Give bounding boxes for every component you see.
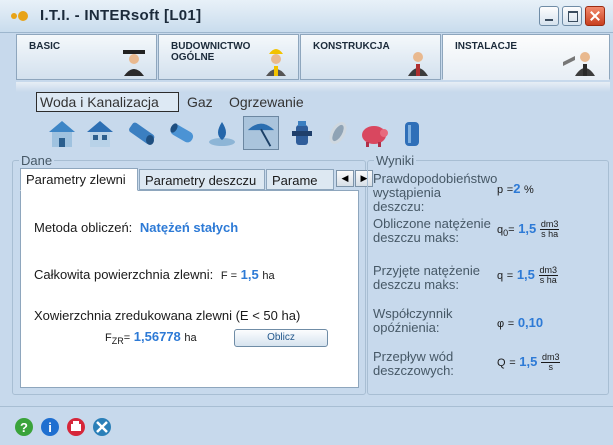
result-eq: = (508, 223, 515, 236)
reduced-area-row: FZR= 1,56778 ha (105, 329, 197, 346)
tank-icon[interactable] (396, 116, 428, 150)
dane-tabs: Parametry zlewni Parametry deszczu Param… (20, 168, 373, 191)
result-unit-fraction: dm3 s ha (538, 266, 559, 285)
pipe-icon[interactable] (126, 116, 158, 150)
tools-icon[interactable] (92, 417, 112, 437)
reduced-symbol: F (105, 332, 112, 344)
water-drop-icon[interactable] (206, 116, 238, 150)
wyniki-legend: Wyniki (376, 153, 415, 168)
reduced-value: 1,56778 (133, 329, 181, 344)
result-value-probability: p =2 % (497, 181, 534, 196)
method-row: Metoda obliczeń: Natężeń stałych (34, 220, 238, 235)
result-number: 1,5 (519, 353, 538, 369)
result-symbol: p (497, 184, 504, 196)
svg-text:?: ? (20, 420, 28, 435)
result-value-flow: Q = 1,5 dm3 s (497, 353, 561, 372)
result-value-delay-coefficient: φ = 0,10 (497, 315, 543, 330)
subtab-woda-i-kanalizacja[interactable]: Woda i Kanalizacja (36, 92, 179, 112)
area-unit: ha (262, 270, 275, 282)
parametry-zlewni-panel: Metoda obliczeń: Natężeń stałych Całkowi… (20, 190, 359, 388)
engineer-icon (408, 52, 428, 76)
method-label: Metoda obliczeń: (34, 220, 133, 235)
tab-konstrukcja[interactable]: KONSTRUKCJA (300, 34, 441, 80)
area-label: Całkowita powierzchnia zlewni: (34, 267, 214, 282)
info-icon[interactable]: i (40, 417, 60, 437)
result-number: 0,10 (517, 315, 544, 330)
tab-band (16, 82, 610, 92)
print-icon[interactable] (66, 417, 86, 437)
pig-icon[interactable] (358, 116, 390, 150)
result-label-delay-coefficient: Współczynnik opóźnienia: (373, 306, 453, 335)
app-logo-icon (11, 11, 28, 21)
oblicz-button[interactable]: Oblicz (234, 329, 328, 347)
main-tabs: BASIC BUDOWNICTWO OGÓLNE KONSTRUKCJA INS… (16, 34, 610, 82)
result-eq: = (509, 356, 516, 369)
area-row: Całkowita powierzchnia zlewni: F = 1,5 h… (34, 267, 275, 282)
method-value[interactable]: Natężeń stałych (140, 220, 238, 235)
house-blue-icon[interactable] (46, 116, 78, 150)
tab-basic[interactable]: BASIC (16, 34, 157, 80)
reduced-subscript: ZR (111, 336, 124, 346)
result-unit-fraction: dm3 s (540, 353, 561, 372)
result-label-calculated-intensity: Obliczone natężenie deszczu maks: (373, 216, 491, 245)
result-label-flow: Przepływ wód deszczowych: (373, 349, 454, 378)
unit-denominator: s ha (539, 275, 557, 285)
result-eq: = (507, 318, 515, 330)
tab-label: INSTALACJE (455, 41, 518, 52)
result-symbol: q (497, 269, 504, 282)
result-number: 2 (513, 181, 521, 196)
result-symbol: Q (497, 356, 506, 369)
result-unit-fraction: dm3 s ha (539, 220, 560, 239)
hydrant-icon[interactable] (286, 116, 318, 150)
pipe-segment-icon[interactable] (166, 116, 198, 150)
result-label-adopted-intensity: Przyjęte natężenie deszczu maks: (373, 263, 480, 292)
result-label-probability: Prawdopodobieństwo wystąpienia deszczu: (373, 171, 498, 214)
reduced-unit: ha (184, 332, 197, 344)
toolbar (46, 116, 446, 152)
result-number: 1,5 (518, 220, 537, 236)
area-symbol: F = (220, 270, 238, 282)
result-value-adopted-intensity: q = 1,5 dm3 s ha (497, 266, 559, 285)
umbrella-icon[interactable] (243, 116, 279, 150)
unit-denominator: s ha (541, 229, 559, 239)
tab-parametry-zlewni[interactable]: Parametry zlewni (20, 168, 138, 191)
dane-legend: Dane (21, 153, 53, 168)
installer-icon (563, 52, 595, 76)
status-bar: ? i (0, 406, 613, 445)
window-title: I.T.I. - INTERsoft [L01] (40, 7, 202, 24)
subtab-ogrzewanie[interactable]: Ogrzewanie (226, 92, 307, 112)
tab-label: BUDOWNICTWO OGÓLNE (171, 41, 251, 63)
reduced-area-label: Xowierzchnia zredukowana zlewni (E < 50 … (34, 308, 301, 323)
tab-instalacje[interactable]: INSTALACJE (442, 34, 610, 80)
graduate-icon (123, 50, 145, 76)
result-value-calculated-intensity: q0= 1,5 dm3 s ha (497, 220, 560, 239)
maximize-button[interactable] (562, 6, 582, 26)
tab-parametry-deszczu[interactable]: Parametry deszczu (139, 169, 265, 190)
result-symbol: φ (497, 318, 505, 330)
tab-budownictwo-ogolne[interactable]: BUDOWNICTWO OGÓLNE (158, 34, 299, 80)
svg-text:i: i (48, 420, 52, 435)
title-bar: I.T.I. - INTERsoft [L01] (0, 0, 613, 33)
result-unit: % (524, 184, 534, 196)
reduced-eq: = (123, 332, 131, 344)
tab-parametry-more[interactable]: Parame (266, 169, 334, 190)
result-eq: = (506, 269, 514, 282)
pipe-cut-icon[interactable] (322, 116, 354, 150)
close-button[interactable] (585, 6, 605, 26)
area-value[interactable]: 1,5 (241, 267, 259, 282)
tab-scroll-left-icon[interactable]: ◀ (336, 170, 354, 187)
subtab-gaz[interactable]: Gaz (184, 92, 216, 112)
house-roof-icon[interactable] (84, 116, 116, 150)
tab-label: BASIC (29, 41, 61, 52)
minimize-button[interactable] (539, 6, 559, 26)
unit-denominator: s (548, 362, 553, 372)
tab-label: KONSTRUKCJA (313, 41, 390, 52)
result-number: 1,5 (516, 266, 535, 282)
builder-icon (266, 49, 286, 76)
help-icon[interactable]: ? (14, 417, 34, 437)
